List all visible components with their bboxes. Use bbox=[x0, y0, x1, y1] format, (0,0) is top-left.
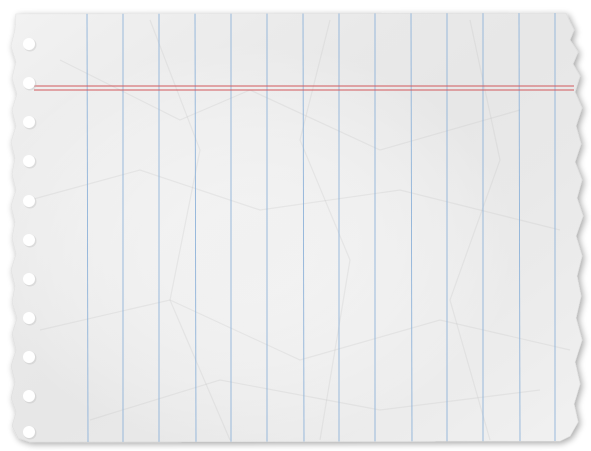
notebook-paper-stage bbox=[0, 0, 591, 451]
punch-hole bbox=[23, 195, 35, 207]
punch-hole bbox=[23, 351, 35, 363]
punch-hole bbox=[23, 426, 35, 438]
punch-hole bbox=[23, 155, 35, 167]
punch-hole bbox=[23, 390, 35, 402]
torn-notebook-paper bbox=[10, 12, 584, 443]
punch-hole bbox=[23, 77, 35, 89]
crumple-highlight bbox=[11, 13, 583, 442]
punch-hole bbox=[23, 273, 35, 285]
punch-hole bbox=[23, 234, 35, 246]
punch-hole bbox=[23, 116, 35, 128]
punch-hole bbox=[23, 312, 35, 324]
paper-surface bbox=[11, 13, 583, 442]
punch-hole bbox=[23, 38, 35, 50]
